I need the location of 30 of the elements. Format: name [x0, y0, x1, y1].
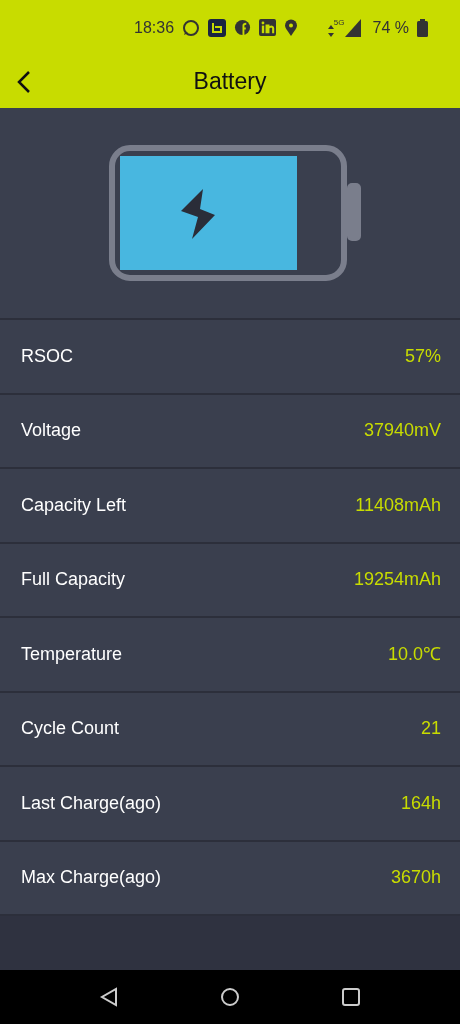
app-icon: [208, 18, 227, 37]
row-value: 11408mAh: [355, 493, 441, 517]
row-label: RSOC: [21, 344, 73, 368]
row-value: 21: [420, 717, 441, 741]
home-nav-icon[interactable]: [220, 987, 240, 1007]
battery-percent: 74 %: [372, 17, 409, 38]
row-value: 37940mV: [363, 419, 441, 443]
row-label: Temperature: [21, 642, 123, 666]
row-label: Last Charge(ago): [21, 791, 162, 815]
battery-icon: [417, 18, 428, 37]
row-value: 10.0℃: [387, 642, 441, 666]
row-value: 19254mAh: [353, 568, 441, 592]
row-value: 57%: [404, 344, 441, 368]
network-type: 5G: [333, 18, 345, 27]
signal-icon: [344, 18, 361, 37]
data-arrows-icon: [327, 24, 334, 37]
back-nav-icon[interactable]: [98, 987, 119, 1007]
facebook-icon: [234, 19, 252, 36]
row-label: Voltage: [21, 419, 82, 443]
recents-nav-icon[interactable]: [341, 987, 362, 1007]
status-time: 18:36: [134, 17, 175, 38]
row-value: 3670h: [390, 866, 441, 890]
row-label: Cycle Count: [21, 717, 120, 741]
row-label: Capacity Left: [21, 493, 127, 517]
location-icon: [284, 18, 299, 37]
linkedin-icon: [259, 19, 277, 36]
row-value: 164h: [400, 791, 441, 815]
row-label: Full Capacity: [21, 568, 126, 592]
page-title: Battery: [193, 67, 267, 97]
row-label: Max Charge(ago): [21, 866, 162, 890]
